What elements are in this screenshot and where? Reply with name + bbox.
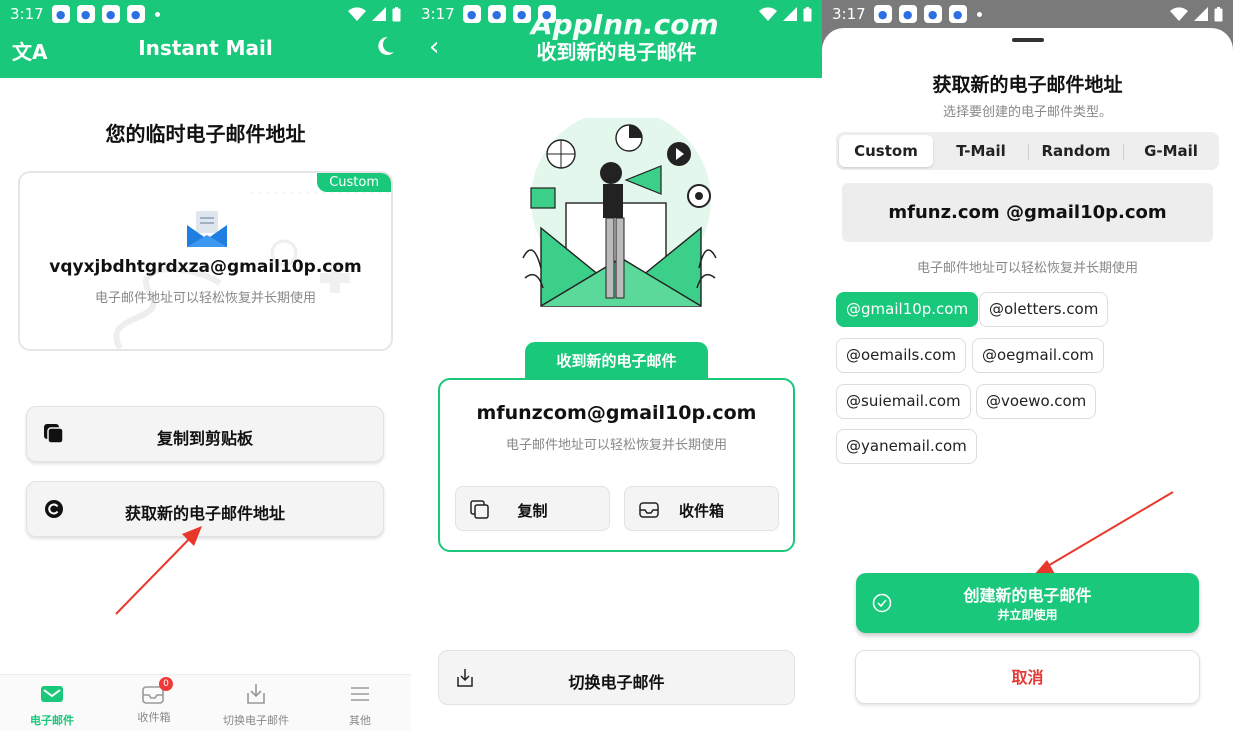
domain-chip[interactable]: @oemails.com — [836, 338, 967, 373]
dark-mode-icon[interactable] — [373, 34, 397, 58]
nav-inbox-label: 收件箱 — [137, 711, 171, 724]
system-icons — [348, 6, 401, 22]
status-time: 3:17 — [421, 5, 455, 23]
sheet-title: 获取新的电子邮件地址 — [932, 74, 1123, 96]
signal-icon — [372, 7, 386, 21]
status-time: 3:17 — [832, 5, 866, 23]
notification-icon: ● — [923, 5, 942, 23]
more-notifications-icon — [154, 11, 160, 17]
inbox-button[interactable]: 收件箱 — [624, 486, 779, 531]
notification-icon: ● — [51, 5, 70, 23]
panel-new-email-sheet: 3:17 ● ● ● ● 获取新的电子邮件地址 选择要创建的电子邮件类型。 Cu… — [822, 0, 1233, 731]
wifi-icon — [759, 7, 777, 21]
battery-icon — [392, 6, 401, 21]
switch-email-label: 切换电子邮件 — [568, 673, 665, 692]
domain-chip[interactable]: @yanemail.com — [836, 429, 977, 464]
nav-switch-email[interactable]: 切换电子邮件 — [206, 683, 306, 728]
copy-to-clipboard-button[interactable]: 复制到剪贴板 — [26, 406, 384, 462]
panel-received-email: ‹ 收到新的电子邮件 AppInn.com 3:17 ● ● ● ● 收到新的电… — [411, 0, 822, 731]
mail-icon — [41, 686, 63, 702]
domain-chip[interactable]: @gmail10p.com — [836, 292, 979, 327]
copy-button[interactable]: 复制 — [455, 486, 610, 531]
create-email-button[interactable]: 创建新的电子邮件 并立即使用 — [856, 573, 1199, 633]
battery-icon — [803, 6, 812, 21]
notification-icon: ● — [873, 5, 892, 23]
nav-more-label: 其他 — [349, 714, 371, 727]
copy-to-clipboard-label: 复制到剪贴板 — [156, 429, 253, 448]
wifi-icon — [1170, 7, 1188, 21]
copy-label: 复制 — [517, 502, 548, 520]
battery-icon — [1214, 6, 1223, 21]
signal-icon — [1194, 7, 1208, 21]
email-hint: 电子邮件地址可以轻松恢复并长期使用 — [916, 261, 1138, 276]
notification-icon: ● — [948, 5, 967, 23]
annotation-arrow — [1033, 491, 1174, 576]
nav-switch-label: 切换电子邮件 — [223, 714, 289, 727]
signal-icon — [783, 7, 797, 21]
tab-custom[interactable]: Custom — [839, 135, 933, 167]
bottom-navigation: 电子邮件 0 收件箱 切换电子邮件 其他 — [0, 674, 411, 731]
nav-inbox[interactable]: 0 收件箱 — [104, 677, 204, 725]
notification-icon: ● — [537, 5, 556, 23]
notification-icon: ● — [462, 5, 481, 23]
inbox-icon-wrap: 0 — [141, 677, 173, 705]
wifi-icon — [348, 7, 366, 21]
email-hint: 电子邮件地址可以轻松恢复并长期使用 — [94, 291, 316, 306]
app-title: Instant Mail — [138, 36, 273, 60]
tab-random[interactable]: Random — [1029, 135, 1123, 167]
email-address[interactable]: mfunzcom@gmail10p.com — [440, 402, 793, 424]
email-card[interactable]: Custom vqyxjbdhtgrdxza@gmail10p.com 电子邮件… — [18, 171, 393, 351]
notification-icon: ● — [512, 5, 531, 23]
nav-email[interactable]: 电子邮件 — [2, 683, 102, 728]
status-bar: 3:17 ● ● ● ● — [822, 0, 1233, 28]
switch-email-button[interactable]: 切换电子邮件 — [438, 650, 795, 705]
mail-envelope-icon — [187, 211, 227, 247]
sheet-drag-handle[interactable] — [1012, 38, 1044, 42]
notification-icon: ● — [126, 5, 145, 23]
panel-my-email: 文A Instant Mail 3:17 ● ● ● ● 您的临时电子邮件地址 … — [0, 0, 411, 731]
email-address[interactable]: vqyxjbdhtgrdxza@gmail10p.com — [20, 257, 391, 277]
email-illustration — [522, 118, 717, 307]
domain-chip[interactable]: @oletters.com — [979, 292, 1109, 327]
sheet-subtitle: 选择要创建的电子邮件类型。 — [942, 105, 1112, 120]
menu-icon — [351, 687, 369, 701]
notification-icon: ● — [898, 5, 917, 23]
cancel-button[interactable]: 取消 — [855, 650, 1200, 704]
create-email-sublabel: 并立即使用 — [997, 608, 1058, 622]
email-preview-field[interactable]: mfunz.com @gmail10p.com — [842, 183, 1213, 242]
status-bar: 3:17 ● ● ● ● — [0, 0, 411, 28]
notification-icon: ● — [101, 5, 120, 23]
inbox-label: 收件箱 — [678, 502, 724, 520]
download-icon — [247, 684, 265, 704]
bottom-sheet: 获取新的电子邮件地址 选择要创建的电子邮件类型。 Custom T-Mail R… — [822, 28, 1233, 731]
notification-icon: ● — [487, 5, 506, 23]
email-hint: 电子邮件地址可以轻松恢复并长期使用 — [505, 438, 727, 453]
received-email-card: mfunzcom@gmail10p.com 电子邮件地址可以轻松恢复并长期使用 … — [438, 378, 795, 552]
tab-g-mail[interactable]: G-Mail — [1124, 135, 1218, 167]
received-email-tab: 收到新的电子邮件 — [525, 342, 708, 380]
system-icons — [759, 6, 812, 22]
status-bar: 3:17 ● ● ● ● — [411, 0, 822, 28]
email-type-tabs: Custom T-Mail Random G-Mail — [836, 132, 1219, 170]
nav-more[interactable]: 其他 — [310, 683, 410, 728]
inbox-count-badge: 0 — [159, 677, 173, 691]
status-time: 3:17 — [10, 5, 44, 23]
domain-chip[interactable]: @voewo.com — [976, 384, 1097, 419]
more-notifications-icon — [976, 11, 982, 17]
annotation-arrow — [115, 526, 202, 615]
custom-badge: Custom — [317, 173, 391, 192]
domain-chip[interactable]: @oegmail.com — [972, 338, 1104, 373]
domain-chip[interactable]: @suiemail.com — [836, 384, 971, 419]
nav-email-label: 电子邮件 — [30, 714, 74, 727]
notification-icon: ● — [76, 5, 95, 23]
page-heading: 您的临时电子邮件地址 — [105, 122, 306, 146]
system-icons — [1170, 6, 1223, 22]
create-email-label: 创建新的电子邮件 — [963, 586, 1092, 605]
tab-t-mail[interactable]: T-Mail — [934, 135, 1028, 167]
